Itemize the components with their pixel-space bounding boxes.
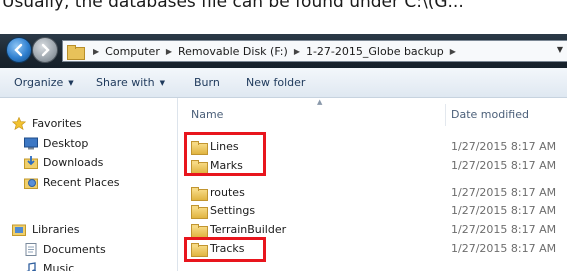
file-date: 1/27/2015 8:17 AM (451, 223, 557, 236)
nav-documents[interactable]: Documents (0, 241, 178, 259)
documents-icon (25, 243, 37, 256)
file-row-settings[interactable]: Settings 1/27/2015 8:17 AM (179, 202, 567, 220)
nav-libraries[interactable]: Libraries (0, 221, 178, 239)
column-divider[interactable] (445, 104, 446, 126)
explorer-titlebar: ▶ Computer ▶ Removable Disk (F:) ▶ 1-27-… (0, 34, 567, 68)
nav-downloads[interactable]: Downloads (0, 154, 178, 172)
burn-button[interactable]: Burn (194, 76, 220, 89)
address-bar[interactable]: ▶ Computer ▶ Removable Disk (F:) ▶ 1-27-… (62, 40, 567, 62)
caption-label: Usually, the databases file can be found… (2, 0, 464, 12)
nav-desktop-label: Desktop (43, 137, 89, 150)
nav-recent-places[interactable]: Recent Places (0, 174, 178, 192)
nav-downloads-label: Downloads (43, 156, 104, 169)
downloads-icon (24, 156, 38, 169)
chevron-down-icon: ▼ (68, 79, 74, 87)
navigation-pane: Favorites Desktop Downloads Recent Place… (0, 98, 178, 271)
new-folder-label: New folder (246, 76, 306, 89)
breadcrumb-chevron-icon[interactable]: ▶ (294, 47, 300, 56)
breadcrumb-chevron-icon[interactable]: ▶ (166, 47, 172, 56)
breadcrumb-computer[interactable]: Computer (105, 45, 160, 58)
highlight-lines-marks (184, 132, 266, 176)
chevron-down-icon: ▼ (159, 79, 165, 87)
column-header-date-modified[interactable]: Date modified (451, 108, 529, 121)
nav-recent-places-label: Recent Places (43, 176, 120, 189)
nav-favorites[interactable]: Favorites (0, 115, 178, 133)
back-arrow-icon (14, 43, 23, 57)
organize-button[interactable]: Organize ▼ (14, 76, 74, 89)
folder-icon (67, 44, 85, 60)
back-button[interactable] (6, 37, 32, 63)
breadcrumb-globe-backup[interactable]: 1-27-2015_Globe backup (306, 45, 444, 58)
nav-music-label: Music (43, 262, 75, 271)
nav-documents-label: Documents (43, 243, 106, 256)
address-dropdown-icon[interactable]: ▼ (557, 45, 563, 54)
recent-places-icon (24, 178, 38, 189)
column-header-name[interactable]: Name (191, 108, 223, 121)
folder-icon (191, 205, 208, 219)
new-folder-button[interactable]: New folder (246, 76, 305, 89)
redaction-block (275, 202, 335, 218)
star-icon (12, 117, 26, 130)
file-name: routes (210, 186, 245, 199)
nav-music[interactable]: Music (0, 260, 178, 271)
share-with-label: Share with (96, 76, 155, 89)
burn-label: Burn (194, 76, 220, 89)
file-date: 1/27/2015 8:17 AM (451, 140, 557, 153)
file-date: 1/27/2015 8:17 AM (451, 204, 557, 217)
caption-text: Usually, the databases file can be found… (0, 0, 567, 34)
folder-icon (191, 224, 208, 238)
nav-desktop[interactable]: Desktop (0, 135, 178, 153)
nav-favorites-label: Favorites (32, 117, 82, 130)
breadcrumb-chevron-icon[interactable]: ▶ (93, 47, 99, 56)
file-name: Settings (210, 204, 256, 217)
breadcrumb-removable-disk[interactable]: Removable Disk (F:) (178, 45, 288, 58)
file-list: ▲ Name Date modified Lines 1/27/2015 8:1… (179, 98, 567, 271)
libraries-icon (12, 224, 26, 236)
file-name: TerrainBuilder (210, 223, 287, 236)
forward-button[interactable] (32, 37, 58, 63)
forward-arrow-icon (41, 43, 50, 57)
music-icon (26, 262, 36, 271)
share-with-button[interactable]: Share with ▼ (96, 76, 165, 89)
file-date: 1/27/2015 8:17 AM (451, 186, 557, 199)
redaction-block (275, 138, 335, 154)
organize-label: Organize (14, 76, 64, 89)
nav-libraries-label: Libraries (32, 223, 80, 236)
file-date: 1/27/2015 8:17 AM (451, 159, 557, 172)
highlight-tracks (184, 237, 266, 262)
command-toolbar: Organize ▼ Share with ▼ Burn New folder (0, 68, 567, 98)
sort-ascending-icon: ▲ (317, 98, 323, 106)
breadcrumb-chevron-icon[interactable]: ▶ (450, 47, 456, 56)
desktop-icon (24, 137, 38, 150)
file-row-routes[interactable]: routes 1/27/2015 8:17 AM (179, 184, 567, 202)
file-date: 1/27/2015 8:17 AM (451, 242, 557, 255)
folder-icon (191, 187, 208, 201)
